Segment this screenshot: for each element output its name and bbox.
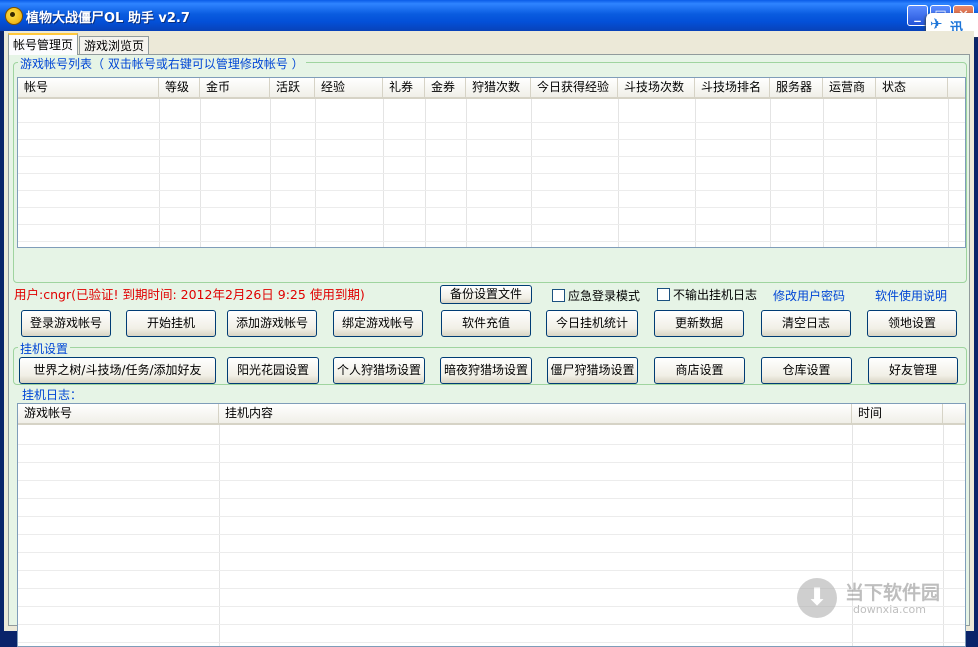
watermark-cn: 当下软件园 [845,582,941,604]
col-gold-coupon[interactable]: 金券 [425,78,466,97]
personal-hunt-settings-button[interactable]: 个人狩猎场设置 [333,357,425,384]
warehouse-settings-button[interactable]: 仓库设置 [761,357,852,384]
no-log-output-label: 不输出挂机日志 [673,288,758,302]
app-sunflower-icon [5,7,23,25]
shop-settings-button[interactable]: 商店设置 [654,357,745,384]
no-log-output-checkbox[interactable]: 不输出挂机日志 [657,286,757,303]
account-list-title: 游戏帐号列表（ 双击帐号或右键可以管理修改帐号 ） [18,55,306,72]
today-stats-button[interactable]: 今日挂机统计 [546,310,638,337]
col-account[interactable]: 帐号 [18,78,159,97]
world-tree-arena-task-button[interactable]: 世界之树/斗技场/任务/添加好友 [19,357,216,384]
downxia-watermark: ⬇ 当下软件园 downxia.com [797,578,967,622]
login-account-button[interactable]: 登录游戏帐号 [21,310,111,337]
col-arena-count[interactable]: 斗技场次数 [618,78,695,97]
watermark-en: downxia.com [853,603,926,616]
sun-garden-settings-button[interactable]: 阳光花园设置 [227,357,319,384]
user-status-text: 用户:cngr(已验证! 到期时间: 2012年2月26日 9:25 使用到期) [14,287,365,302]
col-experience[interactable]: 经验 [315,78,383,97]
recharge-button[interactable]: 软件充值 [441,310,531,337]
col-today-exp[interactable]: 今日获得经验 [531,78,618,97]
hangup-settings-title: 挂机设置 [18,340,71,357]
col-server[interactable]: 服务器 [770,78,823,97]
friend-management-button[interactable]: 好友管理 [868,357,958,384]
tab-account-management[interactable]: 帐号管理页 [8,33,79,55]
col-log-content[interactable]: 挂机内容 [219,404,852,423]
start-hangup-button[interactable]: 开始挂机 [126,310,216,337]
col-activity[interactable]: 活跃 [270,78,315,97]
account-management-page: 游戏帐号列表（ 双击帐号或右键可以管理修改帐号 ） 帐号 等级 金币 活跃 经验… [8,54,970,647]
add-account-button[interactable]: 添加游戏帐号 [227,310,317,337]
col-level[interactable]: 等级 [159,78,200,97]
download-arrow-icon: ⬇ [797,578,837,618]
zombie-hunt-settings-button[interactable]: 僵尸狩猎场设置 [547,357,638,384]
clear-log-button[interactable]: 清空日志 [761,310,851,337]
backup-settings-button[interactable]: 备份设置文件 [440,285,532,304]
minimize-button[interactable]: _ [907,5,928,26]
col-gift-coupon[interactable]: 礼券 [383,78,425,97]
account-table[interactable]: 帐号 等级 金币 活跃 经验 礼券 金券 狩猎次数 今日获得经验 斗技场次数 斗… [17,77,966,248]
tab-game-browser[interactable]: 游戏浏览页 [79,36,150,54]
title-bar[interactable]: 植物大战僵尸OL 助手 v2.7 _ □ ✕ [0,0,978,31]
window-title: 植物大战僵尸OL 助手 v2.7 [26,11,190,26]
checkbox-box[interactable] [657,288,670,301]
checkbox-box[interactable] [552,289,565,302]
col-gold[interactable]: 金币 [200,78,270,97]
col-operator[interactable]: 运营商 [823,78,876,97]
window-client: 帐号管理页 游戏浏览页 游戏帐号列表（ 双击帐号或右键可以管理修改帐号 ） 帐号… [4,31,974,647]
territory-settings-button[interactable]: 领地设置 [867,310,957,337]
emergency-login-label: 应急登录模式 [568,289,641,303]
log-table-header: 游戏帐号 挂机内容 时间 [18,404,965,425]
col-log-account[interactable]: 游戏帐号 [18,404,219,423]
emergency-login-checkbox[interactable]: 应急登录模式 [552,287,640,304]
bind-account-button[interactable]: 绑定游戏帐号 [333,310,423,337]
col-log-time[interactable]: 时间 [852,404,943,423]
hangup-log-title: 挂机日志： [20,386,85,403]
change-password-link[interactable]: 修改用户密码 [773,287,845,304]
account-table-header: 帐号 等级 金币 活跃 经验 礼券 金券 狩猎次数 今日获得经验 斗技场次数 斗… [18,78,965,99]
col-status[interactable]: 状态 [876,78,948,97]
update-data-button[interactable]: 更新数据 [654,310,744,337]
col-hunt-count[interactable]: 狩猎次数 [466,78,531,97]
dark-night-hunt-settings-button[interactable]: 暗夜狩猎场设置 [440,357,532,384]
col-arena-rank[interactable]: 斗技场排名 [695,78,770,97]
help-link[interactable]: 软件使用说明 [875,287,947,304]
